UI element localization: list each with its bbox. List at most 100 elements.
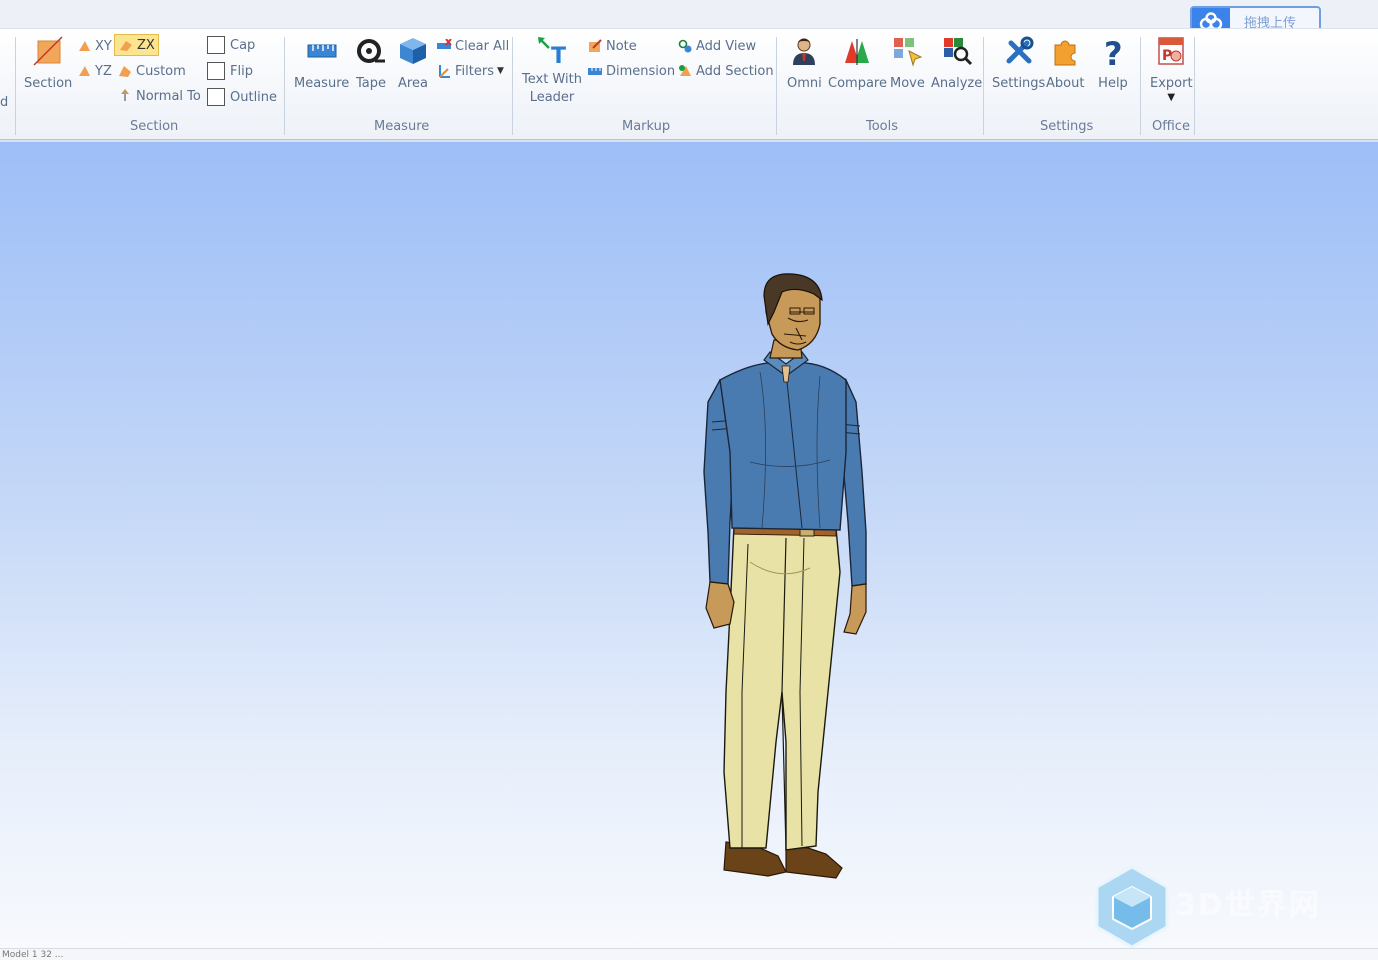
title-strip [0,0,1378,28]
filter-icon [436,63,452,79]
plane-custom-label: Custom [136,63,186,79]
export-label: Export [1150,76,1193,91]
analyze-button[interactable]: Analyze [931,35,982,92]
analyze-label: Analyze [931,76,983,91]
filters-dropdown[interactable]: Filters ▼ [436,61,504,81]
watermark-logo-icon [1095,865,1169,949]
dimension-icon [587,63,603,79]
status-bar: Model 1 32 ... [0,948,1378,960]
area-button[interactable]: Area [397,35,429,92]
measure-button[interactable]: Measure [294,35,349,92]
move-button[interactable]: Move [890,35,925,92]
tools-group-label: Tools [866,119,899,134]
add-view-label: Add View [696,38,757,54]
compare-icon [841,35,873,67]
outline-checkbox[interactable]: Outline [207,88,277,106]
dimension-button[interactable]: Dimension [587,61,675,81]
note-label: Note [606,38,637,54]
area-label: Area [398,76,428,91]
plane-xy-icon [76,38,92,54]
settings-group-label: Settings [1040,119,1094,134]
about-label: About [1046,76,1085,91]
ribbon-separator [1194,37,1195,135]
settings-button[interactable]: Settings [992,35,1045,92]
flip-checkbox[interactable]: Flip [207,62,253,80]
plane-xy-button[interactable]: XY [76,36,112,56]
omni-button[interactable]: Omni [787,35,822,92]
plane-custom-button[interactable]: Custom [117,61,186,81]
clear-all-icon [436,38,452,54]
cap-checkbox[interactable]: Cap [207,36,255,54]
clear-all-label: Clear All [455,38,510,54]
chevron-down-icon: ▼ [1167,92,1176,103]
cap-label: Cap [230,37,256,53]
plane-custom-icon [117,63,133,79]
text-with-leader-line1: Text With [522,72,582,87]
plane-yz-label: YZ [95,63,112,79]
tape-label: Tape [355,76,386,91]
plane-xy-label: XY [95,38,112,54]
filters-label: Filters [455,63,494,79]
plane-zx-button[interactable]: ZX [114,34,159,56]
export-button[interactable]: P Export ▼ [1150,35,1193,104]
watermark-text: 3D世界网 [1175,888,1321,923]
help-label: Help [1098,76,1128,91]
ribbon-separator [1140,37,1141,135]
add-view-icon [677,38,693,54]
analyze-icon [941,35,973,67]
cut-off-label: d [0,95,9,110]
measure-label: Measure [294,76,350,91]
tape-button[interactable]: Tape [355,35,387,92]
section-button-label: Section [24,76,73,91]
measure-group-label: Measure [374,119,430,134]
wrench-icon [1003,35,1035,67]
text-with-leader-button[interactable]: T Text With Leader [522,35,582,107]
text-with-leader-line2: Leader [529,90,575,105]
chevron-down-icon: ▼ [496,66,504,76]
section-button[interactable]: Section [24,35,72,92]
tape-icon [355,35,387,67]
ribbon-separator [15,37,16,135]
ribbon-separator [284,37,285,135]
outline-checkbox-box[interactable] [207,88,225,106]
clear-all-button[interactable]: Clear All [436,36,509,56]
settings-label: Settings [992,76,1046,91]
ribbon-toolbar: d Section XY ZX YZ Custom Normal To Cap [0,28,1378,140]
normal-to-button[interactable]: Normal To [117,86,201,106]
cap-checkbox-box[interactable] [207,36,225,54]
question-mark-icon: ? [1097,35,1129,67]
ribbon-separator [512,37,513,135]
person-icon [788,35,820,67]
add-view-button[interactable]: Add View [677,36,756,56]
move-label: Move [890,76,925,91]
svg-text:?: ? [1104,35,1123,67]
omni-label: Omni [787,76,822,91]
plane-yz-button[interactable]: YZ [76,61,112,81]
human-figure-model[interactable] [690,272,890,892]
plane-zx-icon [118,37,134,53]
status-text: Model 1 32 ... [2,950,64,960]
plane-yz-icon [76,63,92,79]
office-group-label: Office [1152,119,1190,134]
outline-label: Outline [230,89,278,105]
add-section-button[interactable]: Add Section [677,61,774,81]
note-icon [587,38,603,54]
help-button[interactable]: ? Help [1097,35,1129,92]
normal-to-icon [117,88,133,104]
cube-icon [397,35,429,67]
text-leader-icon: T [536,35,568,67]
move-icon [891,35,923,67]
puzzle-icon [1049,35,1081,67]
flip-checkbox-box[interactable] [207,62,225,80]
3d-viewport[interactable]: 3D世界网 [0,142,1378,949]
about-button[interactable]: About [1046,35,1084,92]
normal-to-label: Normal To [136,88,201,104]
dimension-label: Dimension [606,63,676,79]
compare-button[interactable]: Compare [828,35,887,92]
svg-text:T: T [551,44,566,67]
ruler-icon [306,35,338,67]
note-button[interactable]: Note [587,36,637,56]
ribbon-separator [983,37,984,135]
plane-zx-label: ZX [137,37,155,53]
text-with-leader-label: Text With Leader [522,71,582,107]
